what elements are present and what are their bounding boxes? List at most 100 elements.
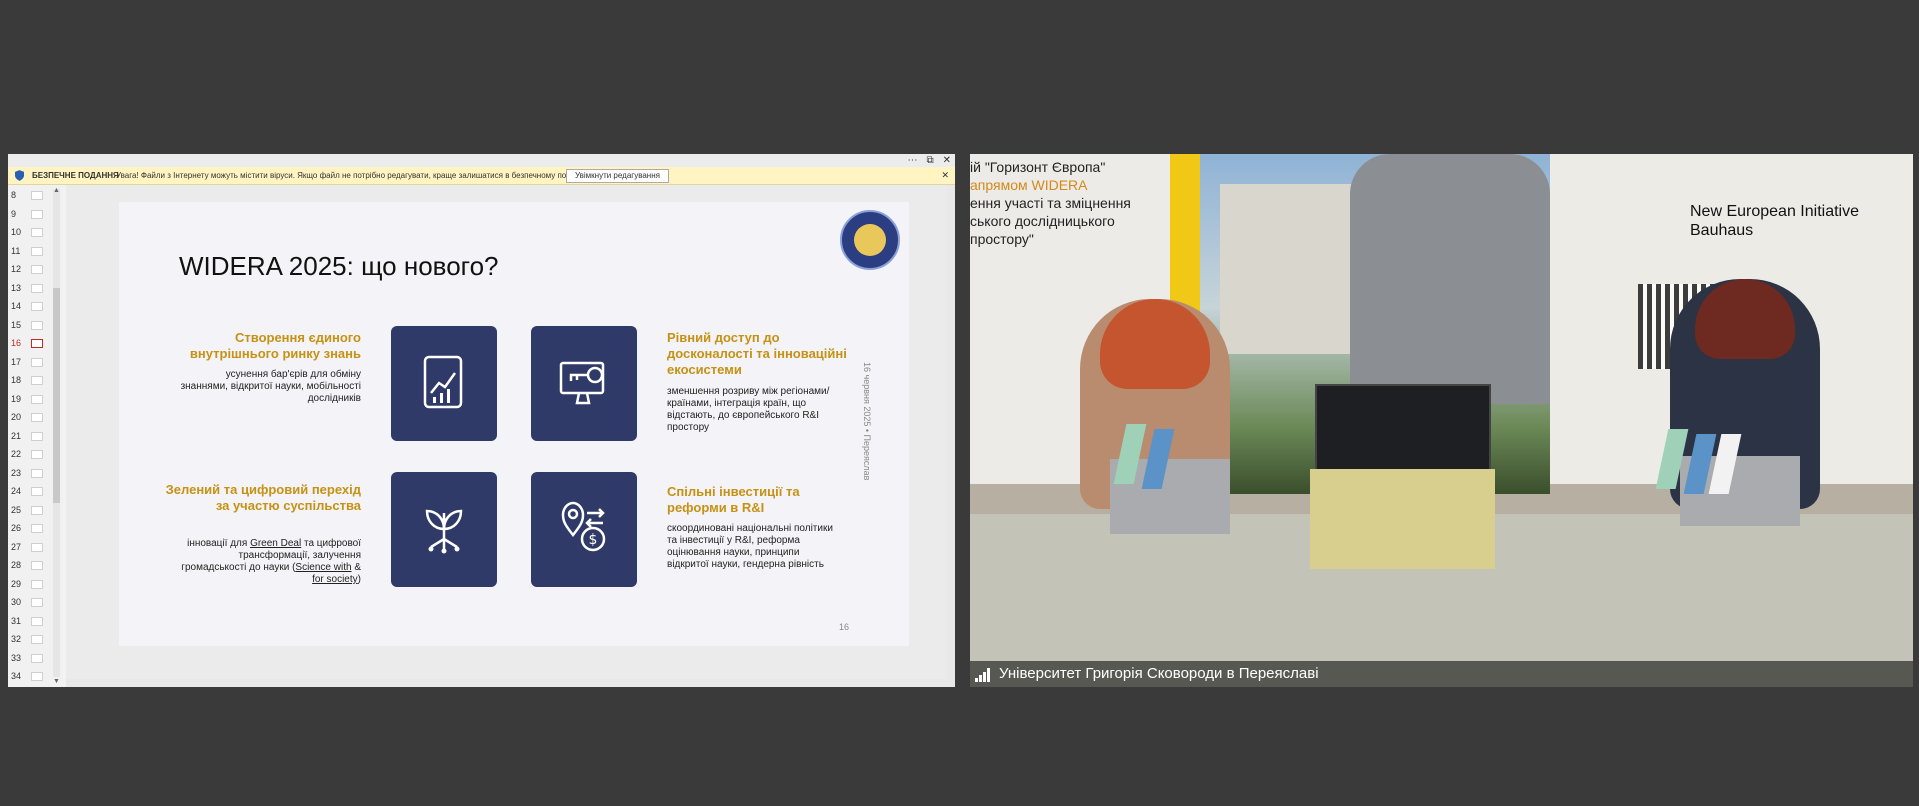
investment-tile: $	[531, 472, 637, 587]
slide-thumbnail-number: 8	[11, 190, 17, 200]
slide-vertical-scrollbar[interactable]	[947, 185, 955, 687]
plant-circuit-icon	[425, 509, 463, 554]
svg-text:$: $	[589, 532, 598, 548]
slide-thumbnail-image	[31, 413, 43, 422]
slide-thumbnail[interactable]: 8	[11, 187, 51, 205]
block1-heading: Створення єдиного внутрішнього ринку зна…	[189, 330, 361, 361]
slide-thumbnail[interactable]: 23	[11, 465, 51, 483]
podium	[1310, 469, 1495, 569]
access-tile	[531, 326, 637, 441]
slide-thumbnail[interactable]: 34	[11, 668, 51, 686]
slide-thumbnail-image	[31, 394, 43, 404]
slide-thumbnail-image	[31, 542, 43, 552]
slide-thumbnail[interactable]: 20	[11, 409, 51, 427]
slide-thumbnail-image	[31, 339, 43, 348]
slide-thumbnail[interactable]: 10	[11, 224, 51, 242]
block4-heading: Спільні інвестиції та реформи в R&I	[667, 484, 800, 515]
window-controls: ⋯ ⧉ ✕	[907, 154, 951, 167]
shared-screen-panel: ⋯ ⧉ ✕ БЕЗПЕЧНЕ ПОДАННЯ Увага! Файли з Ін…	[8, 154, 955, 687]
slide-thumbnail-image	[31, 487, 43, 496]
statue-bust	[1350, 154, 1550, 404]
slide-thumbnail[interactable]: 32	[11, 631, 51, 649]
monitor-key-icon	[559, 361, 605, 405]
slide-title: WIDERA 2025: що нового?	[179, 251, 499, 281]
slide-thumbnail-image	[31, 228, 43, 237]
slide-thumbnail[interactable]: 25	[11, 502, 51, 520]
slide-thumbnail-image	[31, 616, 43, 626]
slide-thumbnail-number: 18	[11, 375, 22, 385]
slide-thumbnail-image	[31, 635, 43, 644]
slide-thumbnail-number: 32	[11, 634, 22, 644]
slide-thumbnail-number: 9	[11, 208, 17, 219]
thumbnail-scrollbar-thumb[interactable]	[53, 288, 60, 503]
slide-thumbnail-number: 26	[11, 523, 22, 533]
slide-thumbnail-image	[31, 191, 43, 200]
slide-thumbnail[interactable]: 17	[11, 354, 51, 372]
slide-editor-area: WIDERA 2025: що нового? Створення єдиног…	[66, 185, 955, 687]
slide-thumbnail-image	[31, 302, 43, 311]
science-with-link[interactable]: Science with	[295, 562, 351, 573]
slide-thumbnail-number: 13	[11, 282, 22, 293]
restore-icon[interactable]: ⧉	[926, 154, 933, 167]
protected-view-message: Увага! Файли з Інтернету можуть містити …	[116, 171, 589, 180]
desk-monitor	[1315, 384, 1491, 478]
protected-view-title: БЕЗПЕЧНЕ ПОДАННЯ	[32, 171, 119, 180]
slide-thumbnail[interactable]: 18	[11, 372, 51, 390]
slide-thumbnail-image	[31, 598, 43, 607]
slide-thumbnail[interactable]: 24	[11, 483, 51, 501]
slide-thumbnail[interactable]: 19	[11, 391, 51, 409]
slide-thumbnail-number: 16	[11, 338, 22, 348]
university-logo	[840, 210, 900, 270]
slide-thumbnail[interactable]: 28	[11, 557, 51, 575]
slide-thumbnail-image	[31, 524, 43, 533]
slide-thumbnail-image	[31, 450, 43, 459]
slide-thumbnail-image	[31, 468, 43, 478]
slide-date-location: 16 червня 2025 • Переяслав	[862, 362, 872, 481]
participant-name: Університет Григорія Сковороди в Переясл…	[999, 665, 1319, 682]
slide-thumbnail[interactable]: 9	[11, 206, 51, 224]
for-society-link[interactable]: for society	[312, 574, 358, 585]
slide-thumbnail-image	[31, 209, 43, 219]
slide-thumbnail[interactable]: 21	[11, 428, 51, 446]
slide-horizontal-scrollbar[interactable]	[66, 679, 947, 687]
book-chart-icon	[423, 355, 463, 409]
slide-thumbnail-image	[31, 357, 43, 367]
slide-thumbnail-image	[31, 561, 43, 570]
slide-thumbnail-number: 12	[11, 264, 22, 274]
close-window-icon[interactable]: ✕	[943, 154, 951, 167]
poster-left-text: ій "Горизонт Європа" апрямом WIDERA ення…	[970, 159, 1131, 247]
enable-editing-button[interactable]: Увімкнути редагування	[566, 169, 669, 183]
slide-thumbnail-number: 24	[11, 486, 22, 496]
slide-thumbnail[interactable]: 26	[11, 520, 51, 538]
slide-thumbnail[interactable]: 22	[11, 446, 51, 464]
close-infobar-icon[interactable]: ✕	[941, 167, 949, 184]
slide-thumbnail[interactable]: 27	[11, 539, 51, 557]
slide-thumbnail[interactable]: 31	[11, 613, 51, 631]
slide-thumbnail[interactable]: 13	[11, 280, 51, 298]
scroll-down-icon[interactable]: ▼	[53, 678, 60, 685]
slide-thumbnail[interactable]: 14	[11, 298, 51, 316]
scroll-up-icon[interactable]: ▲	[53, 187, 60, 194]
slide-thumbnail-image	[31, 376, 43, 385]
slide-thumbnail-image	[31, 431, 43, 441]
slide-thumbnail[interactable]: 33	[11, 650, 51, 668]
slide-thumbnail-number: 14	[11, 301, 22, 311]
slide-thumbnail[interactable]: 11	[11, 243, 51, 261]
window-titlebar: ⋯ ⧉ ✕	[8, 154, 955, 167]
green-deal-link[interactable]: Green Deal	[250, 538, 301, 549]
slide-thumbnail[interactable]: 29	[11, 576, 51, 594]
video-feed-panel: ій "Горизонт Європа" апрямом WIDERA ення…	[970, 154, 1913, 687]
slide-thumbnail-number: 30	[11, 597, 22, 607]
slide-thumbnail[interactable]: 30	[11, 594, 51, 612]
slide-thumbnail-image	[31, 246, 43, 256]
participant-name-caption: Університет Григорія Сковороди в Переясл…	[970, 661, 1913, 687]
slide-thumbnail[interactable]: 15	[11, 317, 51, 335]
slide-page-number: 16	[839, 622, 850, 632]
more-icon[interactable]: ⋯	[907, 154, 917, 167]
slide-thumbnail[interactable]: 12	[11, 261, 51, 279]
signal-strength-icon	[975, 668, 990, 682]
block3-heading: Зелений та цифровий перехід за участю су…	[165, 482, 361, 513]
slide-thumbnail-image	[31, 672, 43, 681]
slide-thumbnail[interactable]: 16	[11, 335, 51, 353]
bauhaus-banner-text: New European Initiative Bauhaus	[1690, 203, 1859, 239]
